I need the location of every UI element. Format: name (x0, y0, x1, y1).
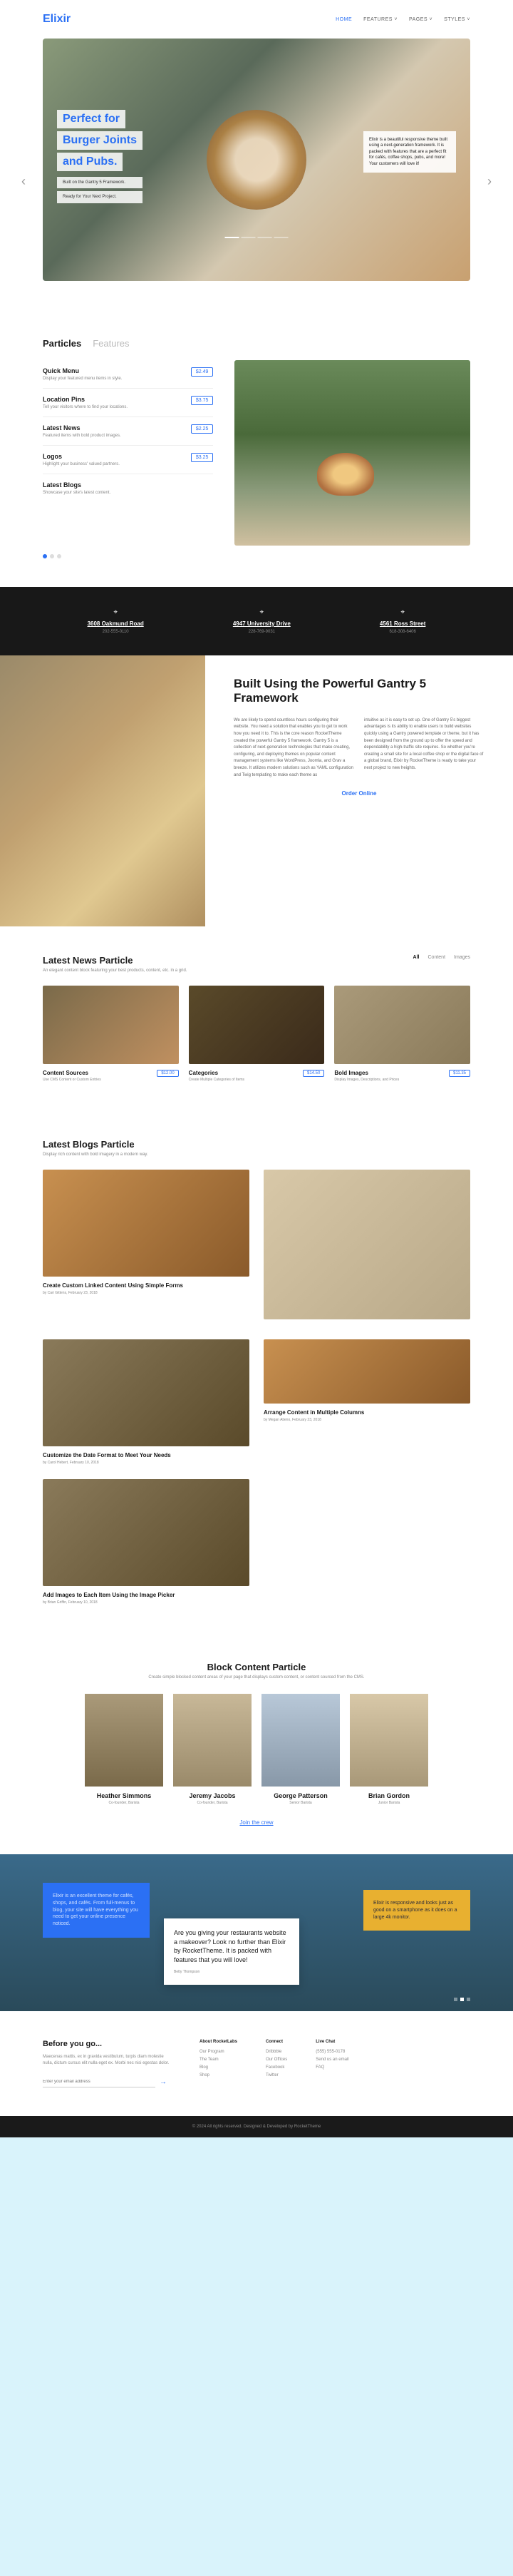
testimonial-1: Elixir is an excellent theme for cafés, … (43, 1883, 150, 1938)
news-title: Latest News Particle (43, 955, 470, 966)
footer-column: Live Chat(555) 555-0178Send us an emailF… (316, 2040, 348, 2087)
block-desc: Create simple blocked content areas of y… (43, 1675, 470, 1680)
pin-icon: ⌖ (88, 608, 144, 616)
particle-item[interactable]: Latest BlogsShowcase your site's latest … (43, 474, 213, 502)
pin-icon: ⌖ (380, 608, 425, 616)
newsletter-input[interactable] (43, 2077, 155, 2087)
news-card[interactable]: Bold ImagesDisplay Images, Descriptions,… (334, 986, 470, 1082)
footer-link[interactable]: Dribbble (266, 2050, 287, 2054)
order-online-link[interactable]: Order Online (234, 790, 484, 797)
filter-content[interactable]: Content (428, 955, 446, 960)
pin-icon: ⌖ (233, 608, 291, 616)
hero-subtitle: Built on the Gantry 5 Framework. (57, 177, 142, 188)
footer-link[interactable]: Our Offices (266, 2058, 287, 2062)
blogs-title: Latest Blogs Particle (43, 1139, 470, 1150)
particle-item[interactable]: LogosHighlight your business' valued par… (43, 446, 213, 474)
location-item: ⌖3608 Oakmund Road202-555-0110 (88, 608, 144, 634)
blog-card[interactable] (264, 1170, 470, 1325)
particle-item[interactable]: Location PinsTell your visitors where to… (43, 389, 213, 417)
hero-next-arrow[interactable]: › (487, 174, 492, 189)
built-image (0, 655, 205, 926)
newsletter-submit[interactable]: → (155, 2077, 171, 2087)
filter-images[interactable]: Images (454, 955, 470, 960)
footer-before-title: Before you go... (43, 2040, 171, 2048)
locations-bar: ⌖3608 Oakmund Road202-555-0110 ⌖4947 Univ… (0, 587, 513, 655)
news-grid: Content SourcesUse CMS Content or Custom… (43, 986, 470, 1082)
hero-image: Perfect for Burger Joints and Pubs. Buil… (43, 39, 470, 281)
tab-particles[interactable]: Particles (43, 338, 81, 349)
footer-link[interactable]: Twitter (266, 2073, 287, 2077)
nav-features[interactable]: FEATURES ˅ (363, 17, 398, 22)
team-member: George PattersonSenior Barista (261, 1694, 340, 1805)
news-card[interactable]: Content SourcesUse CMS Content or Custom… (43, 986, 179, 1082)
blogs-desc: Display rich content with bold imagery i… (43, 1152, 470, 1157)
team-member: Jeremy JacobsCo-founder, Barista (173, 1694, 252, 1805)
team-member: Heather SimmonsCo-founder, Barista (85, 1694, 163, 1805)
hero-dots[interactable] (225, 237, 289, 238)
nav-styles[interactable]: STYLES ˅ (444, 17, 470, 22)
location-item: ⌖4561 Ross Street618-308-6406 (380, 608, 425, 634)
footer-links: About RocketLabsOur ProgramThe TeamBlogS… (200, 2040, 470, 2087)
testimonial-3: Elixir is responsive and looks just as g… (363, 1890, 470, 1931)
nav-pages[interactable]: PAGES ˅ (409, 17, 432, 22)
particle-item[interactable]: Quick MenuDisplay your featured menu ite… (43, 360, 213, 389)
copyright: © 2024 All rights reserved. Designed & D… (0, 2116, 513, 2137)
team-photo (85, 1694, 163, 1787)
built-col2: intuitive as it is easy to set up. One o… (364, 717, 484, 779)
testimonials: Elixir is an excellent theme for cafés, … (0, 1854, 513, 2011)
filter-all[interactable]: All (413, 955, 420, 960)
team-photo (261, 1694, 340, 1787)
blog-card[interactable]: Create Custom Linked Content Using Simpl… (43, 1170, 249, 1325)
hero-subtitle: Ready for Your Next Project. (57, 191, 142, 203)
hero-title-line: Perfect for (57, 110, 125, 128)
blog-card[interactable]: Customize the Date Format to Meet Your N… (43, 1339, 249, 1465)
particles-image (234, 360, 470, 546)
hero-prev-arrow[interactable]: ‹ (21, 174, 26, 189)
footer-link[interactable]: The Team (200, 2058, 237, 2062)
particle-item[interactable]: Latest NewsFeatured items with bold prod… (43, 417, 213, 446)
news-desc: An elegant content block featuring your … (43, 968, 470, 973)
built-title: Built Using the Powerful Gantry 5 Framew… (234, 677, 484, 706)
team-photo (173, 1694, 252, 1787)
location-item: ⌖4947 University Drive228-769-9031 (233, 608, 291, 634)
particles-list: Quick MenuDisplay your featured menu ite… (43, 360, 213, 546)
testimonial-2: Are you giving your restaurants website … (164, 1918, 299, 1985)
footer-before-text: Maecenas mattis, ex in gravida vestibulu… (43, 2054, 171, 2067)
team-grid: Heather SimmonsCo-founder, BaristaJeremy… (43, 1694, 470, 1805)
tab-features[interactable]: Features (93, 338, 129, 349)
blog-card[interactable]: Add Images to Each Item Using the Image … (43, 1479, 249, 1605)
hero-description: Elixir is a beautiful responsive theme b… (363, 131, 456, 173)
footer-link[interactable]: Our Program (200, 2050, 237, 2054)
footer-link[interactable]: Send us an email (316, 2058, 348, 2062)
footer-link[interactable]: Shop (200, 2073, 237, 2077)
footer-link[interactable]: Blog (200, 2065, 237, 2070)
brand-logo[interactable]: Elixir (43, 13, 71, 26)
hero-title-line: and Pubs. (57, 153, 123, 171)
footer-link[interactable]: (555) 555-0178 (316, 2050, 348, 2054)
footer-column: ConnectDribbbleOur OfficesFacebookTwitte… (266, 2040, 287, 2087)
news-card[interactable]: CategoriesCreate Multiple Categories of … (189, 986, 325, 1082)
testimonial-author: Betty Thompson (174, 1970, 289, 1975)
particles-pager[interactable] (43, 554, 470, 558)
news-filter: All Content Images (413, 955, 470, 960)
footer-link[interactable]: FAQ (316, 2065, 348, 2070)
blog-card[interactable]: Arrange Content in Multiple Columnsby Me… (264, 1339, 470, 1465)
team-member: Brian GordonJunior Barista (350, 1694, 428, 1805)
join-crew-link[interactable]: Join the crew (43, 1819, 470, 1826)
hero-title-line: Burger Joints (57, 131, 142, 150)
block-title: Block Content Particle (43, 1662, 470, 1672)
built-col1: We are likely to spend countless hours c… (234, 717, 354, 779)
footer-column: About RocketLabsOur ProgramThe TeamBlogS… (200, 2040, 237, 2087)
testimonial-dots[interactable] (454, 1998, 470, 2001)
main-nav: HOME FEATURES ˅ PAGES ˅ STYLES ˅ (336, 17, 470, 22)
team-photo (350, 1694, 428, 1787)
nav-home[interactable]: HOME (336, 17, 352, 22)
footer-link[interactable]: Facebook (266, 2065, 287, 2070)
blog-grid: Create Custom Linked Content Using Simpl… (43, 1170, 470, 1605)
